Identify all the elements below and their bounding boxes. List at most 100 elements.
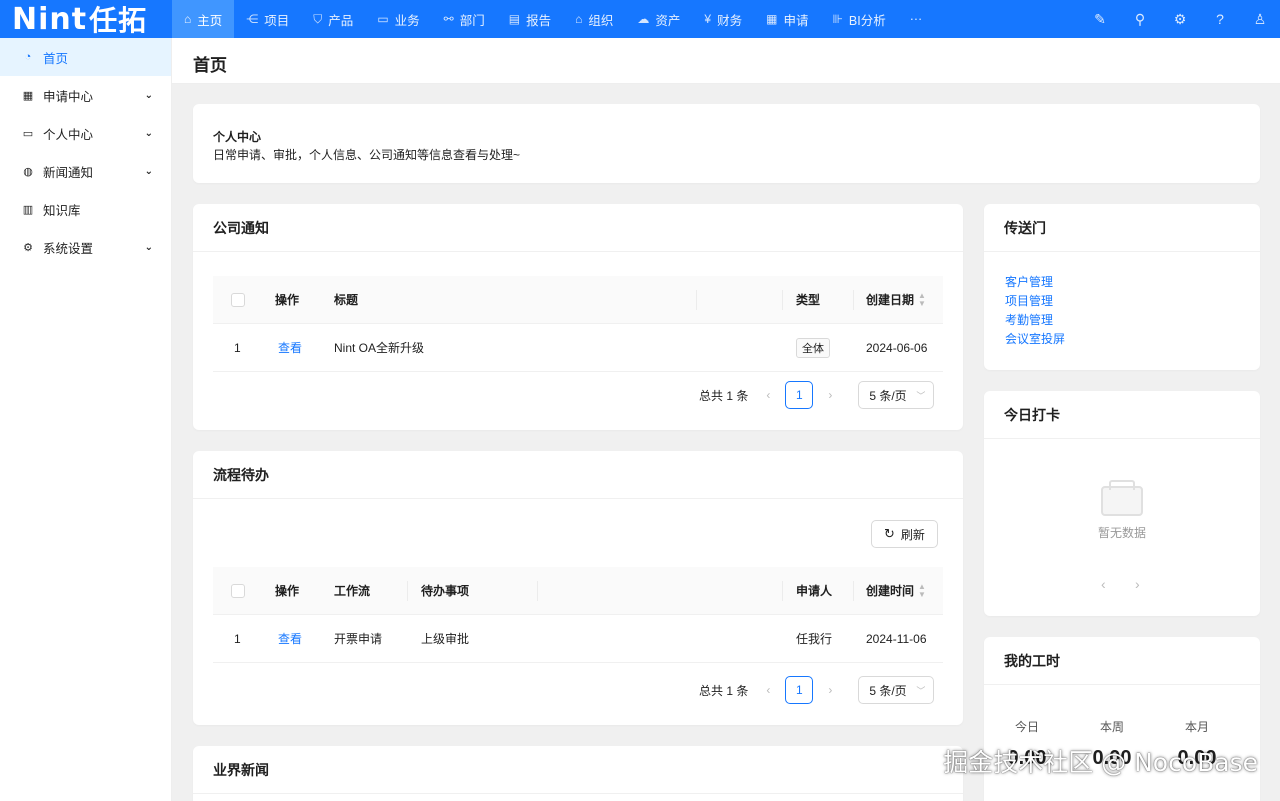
nav-item-label: 资产: [655, 13, 681, 28]
col-applicant: 申请人: [796, 584, 833, 598]
next-page-icon[interactable]: ›: [816, 683, 844, 697]
workflow-todo-card: 流程待办 ↻ 刷新 操作 工作流 待办事项 申请人 创建时间 ▲ ▼ 1 查看 开票申…: [193, 451, 963, 725]
nav-item-3[interactable]: ▭ 业务: [365, 0, 431, 38]
watermark-text: 掘金技术社区 @ NocoBase: [943, 748, 1258, 777]
organization-icon: ⌂: [575, 12, 583, 26]
profile-card-icon: ▭: [22, 127, 34, 140]
view-link[interactable]: 查看: [278, 630, 302, 647]
type-tag: 全体: [796, 337, 830, 358]
column-divider: [853, 581, 854, 601]
nav-item-10[interactable]: ⊪ BI分析: [820, 0, 897, 38]
nav-item-2[interactable]: ⛉ 产品: [301, 0, 365, 38]
nav-item-9[interactable]: ▦ 申请: [754, 0, 820, 38]
column-divider: [696, 290, 697, 310]
column-divider: [782, 581, 783, 601]
nav-item-7[interactable]: ☁ 资产: [625, 0, 692, 38]
portal-title: 传送门: [984, 204, 1260, 252]
nav-item-label: ···: [909, 12, 923, 26]
chevron-down-icon[interactable]: ⌄: [145, 166, 153, 177]
top-navbar: Nint 任拓 ⌂ 主页 ⋲ 项目 ⛉ 产品 ▭ 业务 ⚯ 部门 ▤ 报告 ⌂ 组织 ☁ 资产 ¥ 财务 ▦ 申请 ⊪ BI…: [0, 0, 1280, 38]
prev-page-icon[interactable]: ‹: [754, 388, 782, 402]
page-size-select[interactable]: 5 条/页 ﹀: [858, 676, 935, 704]
nav-item-0[interactable]: ⌂ 主页: [172, 0, 235, 38]
portal-link[interactable]: 会议室投屏: [1005, 330, 1065, 349]
sort-icon[interactable]: ▲ ▼: [918, 292, 926, 308]
nav-item-8[interactable]: ¥ 财务: [692, 0, 754, 38]
todo-table: 操作 工作流 待办事项 申请人 创建时间 ▲ ▼ 1 查看 开票申请 上级审批 任我…: [213, 567, 943, 663]
business-icon: ▭: [377, 12, 389, 26]
empty-state: 暂无数据: [984, 480, 1260, 541]
view-link[interactable]: 查看: [278, 339, 302, 356]
next-page-icon[interactable]: ›: [816, 388, 844, 402]
settings-icon[interactable]: ⚙: [1160, 11, 1200, 28]
nav-item-label: 主页: [197, 13, 223, 28]
brand-logo[interactable]: Nint 任拓: [0, 0, 172, 38]
page-1-button[interactable]: 1: [785, 381, 814, 409]
notice-table-header: 操作 标题 类型 创建日期 ▲ ▼: [213, 276, 943, 324]
nav-item-5[interactable]: ▤ 报告: [497, 0, 563, 38]
column-divider: [537, 581, 538, 601]
col-workflow: 工作流: [334, 584, 371, 598]
column-divider: [853, 290, 854, 310]
nav-item-1[interactable]: ⋲ 项目: [234, 0, 301, 38]
nav-item-label: 报告: [526, 13, 552, 28]
portal-link[interactable]: 项目管理: [1005, 292, 1065, 311]
col-created-date[interactable]: 创建日期 ▲ ▼: [866, 291, 926, 309]
help-icon[interactable]: ?: [1200, 11, 1240, 27]
sidebar-item-1[interactable]: ▦ 申请中心 ⌄: [0, 76, 171, 114]
col-created-time[interactable]: 创建时间 ▲ ▼: [866, 582, 926, 600]
nav-item-6[interactable]: ⌂ 组织: [563, 0, 625, 38]
book-icon: ▥: [22, 203, 34, 216]
company-notice-title: 公司通知: [193, 204, 963, 252]
stat-label: 本周: [1099, 720, 1124, 734]
table-row: 1 查看 Nint OA全新升级 全体 2024-06-06: [213, 324, 943, 372]
page-size-select[interactable]: 5 条/页 ﹀: [858, 381, 935, 409]
portal-link[interactable]: 考勤管理: [1005, 311, 1065, 330]
sidebar-item-0[interactable]: ◔ 首页: [0, 38, 171, 76]
column-divider: [407, 581, 408, 601]
user-icon[interactable]: ♙: [1240, 11, 1280, 28]
column-divider: [782, 290, 783, 310]
stat-label: 今日: [1014, 720, 1039, 734]
sidebar-item-3[interactable]: ◍ 新闻通知 ⌄: [0, 152, 171, 190]
sidebar-item-label: 系统设置: [43, 241, 94, 256]
sidebar: ◔ 首页 ▦ 申请中心 ⌄ ▭ 个人中心 ⌄ ◍ 新闻通知 ⌄ ▥ 知识库 ⚙ 系统设置 ⌄: [0, 38, 172, 801]
notice-title-cell: Nint OA全新升级: [334, 341, 425, 355]
todo-table-header: 操作 工作流 待办事项 申请人 创建时间 ▲ ▼: [213, 567, 943, 615]
sidebar-item-label: 个人中心: [43, 127, 94, 142]
chevron-down-icon[interactable]: ⌄: [145, 242, 153, 253]
sidebar-item-2[interactable]: ▭ 个人中心 ⌄: [0, 114, 171, 152]
chevron-down-icon: ﹀: [916, 685, 926, 696]
plugin-icon[interactable]: ⚲: [1120, 11, 1160, 28]
apply-center-icon: ▦: [22, 89, 34, 102]
sidebar-item-label: 知识库: [43, 203, 81, 218]
chevron-down-icon[interactable]: ⌄: [145, 128, 153, 139]
refresh-button[interactable]: ↻ 刷新: [871, 520, 938, 548]
sidebar-item-5[interactable]: ⚙ 系统设置 ⌄: [0, 228, 171, 266]
assets-icon: ☁: [637, 12, 650, 26]
select-all-checkbox[interactable]: [231, 292, 245, 307]
date-cell: 2024-06-06: [866, 340, 928, 355]
page-size-value: 5 条/页: [869, 683, 907, 698]
gear-icon: ⚙: [23, 241, 33, 254]
home-icon: ⌂: [184, 12, 192, 26]
nav-item-label: BI分析: [848, 13, 886, 28]
col-created-date-label: 创建日期: [866, 292, 915, 307]
page-1-button[interactable]: 1: [785, 676, 814, 704]
sidebar-item-4[interactable]: ▥ 知识库: [0, 190, 171, 228]
pagination-total: 总共 1 条: [699, 388, 749, 403]
carousel-next-icon[interactable]: ›: [1135, 576, 1140, 592]
intro-card: 个人中心 日常申请、审批，个人信息、公司通知等信息查看与处理~: [193, 104, 1260, 183]
refresh-icon: ↻: [884, 526, 895, 541]
nav-item-4[interactable]: ⚯ 部门: [432, 0, 497, 38]
portal-link[interactable]: 客户管理: [1005, 273, 1065, 292]
prev-page-icon[interactable]: ‹: [754, 683, 782, 697]
carousel-prev-icon[interactable]: ‹: [1101, 576, 1106, 592]
nav-item-11[interactable]: ···: [898, 0, 935, 38]
select-all-checkbox[interactable]: [231, 583, 245, 598]
nav-item-label: 财务: [717, 13, 743, 28]
nav-item-label: 组织: [588, 13, 614, 28]
sort-icon[interactable]: ▲ ▼: [918, 583, 926, 599]
chevron-down-icon[interactable]: ⌄: [145, 90, 153, 101]
brush-icon[interactable]: ✎: [1080, 11, 1120, 28]
